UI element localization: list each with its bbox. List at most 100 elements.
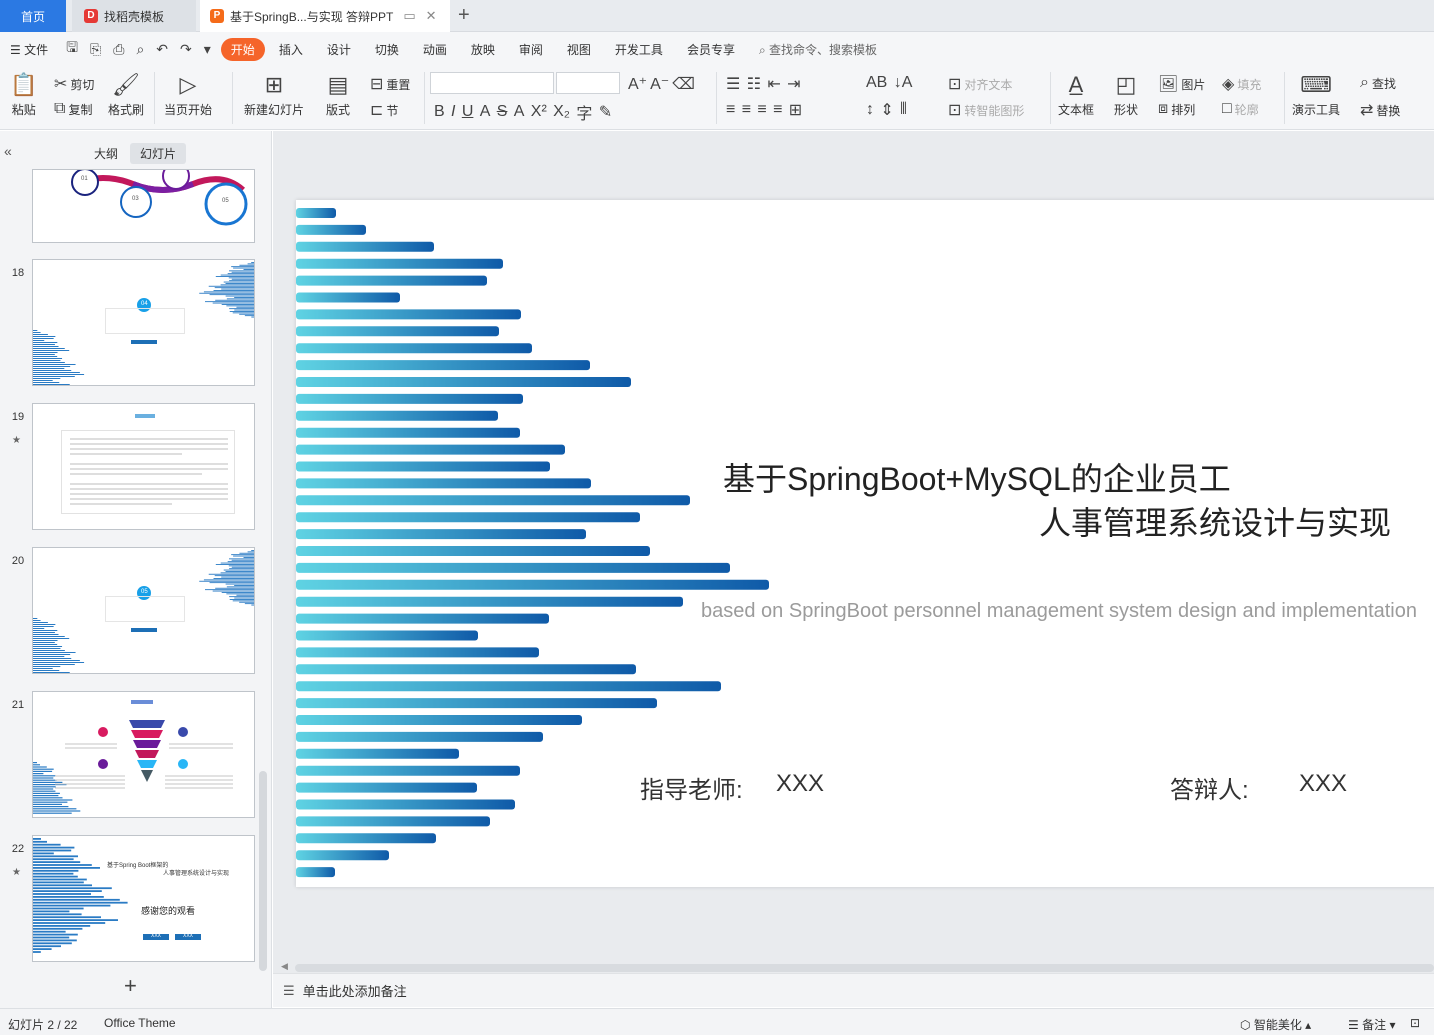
picture-button[interactable]: 🖼 图片 [1158, 74, 1205, 94]
format-painter-button[interactable]: 🖌 格式刷 [108, 72, 144, 118]
thumb-bar [33, 638, 70, 639]
thumb-badge-number: 04 [141, 301, 148, 307]
smart-art-button[interactable]: ⊡ 转智能图形 [948, 100, 1024, 120]
present-tools-button[interactable]: ⌨ 演示工具 [1292, 72, 1340, 118]
tab-outline[interactable]: 大纲 [84, 143, 128, 164]
current-slide[interactable]: 基于SpringBoot+MySQL的企业员工 人事管理系统设计与实现 base… [296, 200, 1434, 887]
menu-transition[interactable]: 切换 [365, 38, 409, 61]
theme-name[interactable]: Office Theme [104, 1016, 176, 1030]
thumb-bar [215, 276, 254, 277]
slide-thumbnail-22[interactable]: 基于Spring Boot框架的 人事管理系统设计与实现 感谢您的观看 XXX … [32, 835, 255, 962]
find-icon: ⌕ [1360, 74, 1369, 91]
find-button[interactable]: ⌕ 查找 [1360, 74, 1396, 92]
slide-subtitle[interactable]: based on SpringBoot personnel management… [701, 600, 1417, 623]
advisor-label[interactable]: 指导老师: [640, 770, 743, 805]
thumb-bar [33, 668, 53, 669]
slide-thumbnail-19[interactable] [32, 403, 255, 530]
thumb-bar [33, 368, 65, 369]
spacing-controls[interactable]: ↕ ⇕ ⫴ [866, 100, 910, 120]
notes-toggle-button[interactable]: ☰ 备注 ▾ [1348, 1016, 1395, 1033]
tab-slides[interactable]: 幻灯片 [130, 143, 187, 164]
thumb-bar [33, 781, 63, 783]
arrange-button[interactable]: ⧈ 排列 [1158, 100, 1195, 118]
slide-thumbnail-17[interactable]: 01 03 05 [32, 169, 255, 243]
strike-icon: S [496, 103, 508, 120]
from-current-button[interactable]: ▷ 当页开始 [164, 72, 212, 118]
align-text-button[interactable]: ⊡ 对齐文本 [948, 74, 1012, 94]
decoration-bar [296, 292, 400, 303]
more-icon[interactable]: ▾ [204, 41, 211, 58]
file-menu[interactable]: ☰ 文件 [0, 38, 58, 61]
tab-home[interactable]: 首页 [0, 0, 66, 32]
menu-design[interactable]: 设计 [317, 38, 361, 61]
scroll-left-icon[interactable]: ◀ [281, 961, 288, 972]
section-button[interactable]: ⊏ 节 [370, 100, 398, 120]
list-controls[interactable]: ☰ ☷ ⇤ ⇥ [726, 74, 804, 94]
cut-button[interactable]: ✂ 剪切 [54, 74, 94, 94]
align-center-icon: ≡ [741, 101, 752, 118]
tab-template[interactable]: D 找稻壳模板 [72, 0, 196, 32]
slide-title-line2[interactable]: 人事管理系统设计与实现 [1039, 498, 1391, 544]
slide-thumbnail-21[interactable] [32, 691, 255, 818]
thumb-bar [229, 568, 254, 570]
print-icon[interactable]: ⎙ [113, 41, 124, 58]
collapse-panel-icon[interactable]: « [4, 143, 12, 159]
font-name-select[interactable] [430, 72, 554, 94]
defender-label[interactable]: 答辩人: [1170, 770, 1249, 805]
decoration-bar [296, 393, 523, 404]
slide-thumbnail-20[interactable]: 05 [32, 547, 255, 674]
canvas-horizontal-scrollbar[interactable]: ◀ [273, 961, 1434, 973]
notes-pane[interactable]: ☰ 单击此处添加备注 [273, 973, 1434, 1007]
font-size-controls[interactable]: A⁺ A⁻ ⌫ [628, 74, 698, 94]
slide-title-line1[interactable]: 基于SpringBoot+MySQL的企业员工 [723, 454, 1231, 500]
advisor-value[interactable]: XXX [776, 770, 824, 798]
font-style-controls[interactable]: B I U A S A X² X₂ 字 ✎ [434, 100, 615, 124]
text-direction-controls[interactable]: AB ↓A [866, 74, 915, 92]
decoration-bar [296, 799, 515, 810]
menu-review[interactable]: 审阅 [509, 38, 553, 61]
fill-button[interactable]: ◈ 填充 [1222, 74, 1261, 94]
layout-label: 版式 [326, 103, 351, 117]
decoration-bar [296, 461, 550, 472]
reset-button[interactable]: ⊟ 重置 [370, 74, 410, 94]
add-slide-icon[interactable]: + [124, 973, 137, 999]
menu-member[interactable]: 会员专享 [677, 38, 745, 61]
preview-icon[interactable]: ⌕ [136, 41, 144, 58]
replace-button[interactable]: ⇄ 替换 [1360, 100, 1400, 120]
shape-button[interactable]: ◰ 形状 [1114, 72, 1138, 118]
redo-icon[interactable]: ↷ [180, 41, 192, 58]
command-search-label: 查找命令、搜索模板 [769, 42, 878, 57]
outline-button[interactable]: □ 轮廓 [1222, 100, 1259, 118]
ribbon-divider [232, 72, 233, 124]
tab-document[interactable]: P 基于SpringB...与实现 答辩PPT ▭ ✕ [200, 0, 450, 32]
slide-thumbnail-18[interactable]: 04 [32, 259, 255, 386]
monitor-icon[interactable]: ▭ [403, 8, 415, 24]
menu-developer[interactable]: 开发工具 [605, 38, 673, 61]
font-size-select[interactable] [556, 72, 620, 94]
comment-icon[interactable]: ⊡ [1410, 1016, 1420, 1030]
command-search[interactable]: ⌕ 查找命令、搜索模板 [759, 41, 877, 58]
scrollbar-thumb[interactable] [295, 964, 1434, 972]
paste-button[interactable]: 📋 粘贴 [10, 72, 37, 118]
undo-icon[interactable]: ↶ [156, 41, 168, 58]
new-tab-icon[interactable]: + [458, 4, 470, 27]
beautify-icon: ⬡ [1240, 1018, 1251, 1032]
layout-button[interactable]: ▤ 版式 [326, 72, 350, 118]
menu-slideshow[interactable]: 放映 [461, 38, 505, 61]
thumb-bar [231, 271, 254, 273]
export-icon[interactable]: ⎘ [90, 41, 101, 58]
menu-start[interactable]: 开始 [220, 37, 265, 61]
menu-insert[interactable]: 插入 [269, 38, 313, 61]
align-controls[interactable]: ≡ ≡ ≡ ≡ ⊞ [726, 100, 805, 120]
slide-panel-scrollbar[interactable] [259, 771, 267, 971]
beautify-button[interactable]: ⬡ 智能美化 ▴ [1240, 1016, 1311, 1033]
menu-view[interactable]: 视图 [557, 38, 601, 61]
copy-button[interactable]: ⧉ 复制 [54, 100, 92, 118]
save-icon[interactable]: 🖫 [66, 37, 78, 61]
brush-icon: 🖌 [112, 72, 140, 97]
close-icon[interactable]: ✕ [426, 8, 437, 24]
textbox-button[interactable]: A̲ 文本框 [1058, 72, 1094, 118]
menu-animation[interactable]: 动画 [413, 38, 457, 61]
new-slide-button[interactable]: ⊞ 新建幻灯片 [244, 72, 304, 118]
defender-value[interactable]: XXX [1299, 770, 1347, 798]
